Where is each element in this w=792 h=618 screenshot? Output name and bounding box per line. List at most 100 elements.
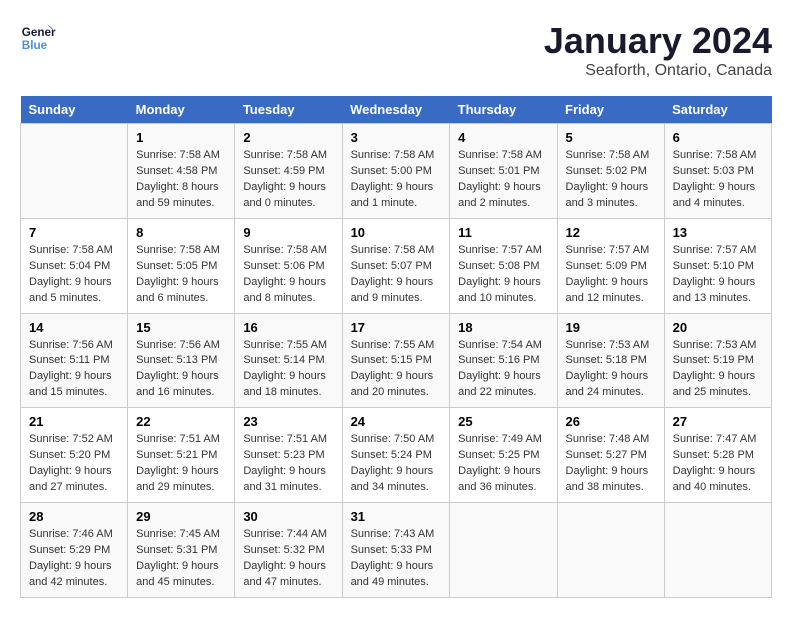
day-info: Sunrise: 7:49 AM Sunset: 5:25 PM Dayligh…: [458, 432, 548, 496]
header-tuesday: Tuesday: [235, 96, 342, 124]
table-row: 19 Sunrise: 7:53 AM Sunset: 5:18 PM Dayli…: [557, 313, 664, 408]
table-row: 16 Sunrise: 7:55 AM Sunset: 5:14 PM Dayli…: [235, 313, 342, 408]
day-info: Sunrise: 7:56 AM Sunset: 5:11 PM Dayligh…: [29, 338, 119, 402]
day-info: Sunrise: 7:46 AM Sunset: 5:29 PM Dayligh…: [29, 527, 119, 591]
day-number: 24: [351, 414, 442, 429]
day-info: Sunrise: 7:53 AM Sunset: 5:19 PM Dayligh…: [673, 338, 763, 402]
svg-text:Blue: Blue: [22, 39, 48, 52]
day-number: 17: [351, 320, 442, 335]
day-number: 16: [243, 320, 333, 335]
table-row: 27Sunrise: 7:47 AM Sunset: 5:28 PM Dayli…: [664, 408, 771, 503]
day-number: 1: [136, 130, 226, 145]
header-monday: Monday: [128, 96, 235, 124]
day-number: 26: [566, 414, 656, 429]
table-row: 30 Sunrise: 7:44 AM Sunset: 5:32 PM Dayli…: [235, 503, 342, 598]
day-number: 21: [29, 414, 119, 429]
day-number: 18: [458, 320, 548, 335]
calendar-subtitle: Seaforth, Ontario, Canada: [544, 62, 772, 80]
table-row: 21 Sunrise: 7:52 AM Sunset: 5:20 PM Dayli…: [21, 408, 128, 503]
calendar-row: 14 Sunrise: 7:56 AM Sunset: 5:11 PM Dayli…: [21, 313, 772, 408]
day-info: Sunrise: 7:58 AM Sunset: 4:59 PM Dayligh…: [243, 148, 333, 212]
day-number: 30: [243, 509, 333, 524]
day-info: Sunrise: 7:45 AM Sunset: 5:31 PM Dayligh…: [136, 527, 226, 591]
day-number: 8: [136, 225, 226, 240]
day-info: Sunrise: 7:56 AM Sunset: 5:13 PM Dayligh…: [136, 338, 226, 402]
day-number: 25: [458, 414, 548, 429]
day-info: Sunrise: 7:58 AM Sunset: 4:58 PM Dayligh…: [136, 148, 226, 212]
day-number: 20: [673, 320, 763, 335]
table-row: 10 Sunrise: 7:58 AM Sunset: 5:07 PM Dayli…: [342, 218, 450, 313]
table-row: 13 Sunrise: 7:57 AM Sunset: 5:10 PM Dayli…: [664, 218, 771, 313]
table-row: 6Sunrise: 7:58 AM Sunset: 5:03 PM Daylig…: [664, 124, 771, 219]
day-info: Sunrise: 7:54 AM Sunset: 5:16 PM Dayligh…: [458, 338, 548, 402]
day-info: Sunrise: 7:55 AM Sunset: 5:15 PM Dayligh…: [351, 338, 442, 402]
calendar-row: 28 Sunrise: 7:46 AM Sunset: 5:29 PM Dayli…: [21, 503, 772, 598]
day-info: Sunrise: 7:58 AM Sunset: 5:03 PM Dayligh…: [673, 148, 763, 212]
page-header: General Blue January 2024 Seaforth, Onta…: [20, 20, 772, 80]
table-row: 5Sunrise: 7:58 AM Sunset: 5:02 PM Daylig…: [557, 124, 664, 219]
day-info: Sunrise: 7:48 AM Sunset: 5:27 PM Dayligh…: [566, 432, 656, 496]
table-row: 24 Sunrise: 7:50 AM Sunset: 5:24 PM Dayli…: [342, 408, 450, 503]
calendar-row: 1 Sunrise: 7:58 AM Sunset: 4:58 PM Daylig…: [21, 124, 772, 219]
header-thursday: Thursday: [450, 96, 557, 124]
day-info: Sunrise: 7:51 AM Sunset: 5:23 PM Dayligh…: [243, 432, 333, 496]
day-info: Sunrise: 7:58 AM Sunset: 5:07 PM Dayligh…: [351, 243, 442, 307]
table-row: 7Sunrise: 7:58 AM Sunset: 5:04 PM Daylig…: [21, 218, 128, 313]
day-number: 27: [673, 414, 763, 429]
table-row: 12Sunrise: 7:57 AM Sunset: 5:09 PM Dayli…: [557, 218, 664, 313]
day-info: Sunrise: 7:55 AM Sunset: 5:14 PM Dayligh…: [243, 338, 333, 402]
day-number: 10: [351, 225, 442, 240]
day-number: 4: [458, 130, 548, 145]
day-info: Sunrise: 7:43 AM Sunset: 5:33 PM Dayligh…: [351, 527, 442, 591]
calendar-table: Sunday Monday Tuesday Wednesday Thursday…: [20, 96, 772, 598]
day-number: 11: [458, 225, 548, 240]
day-info: Sunrise: 7:57 AM Sunset: 5:10 PM Dayligh…: [673, 243, 763, 307]
day-info: Sunrise: 7:58 AM Sunset: 5:00 PM Dayligh…: [351, 148, 442, 212]
table-row: 14 Sunrise: 7:56 AM Sunset: 5:11 PM Dayli…: [21, 313, 128, 408]
day-number: 22: [136, 414, 226, 429]
table-row: [21, 124, 128, 219]
header-sunday: Sunday: [21, 96, 128, 124]
table-row: 11 Sunrise: 7:57 AM Sunset: 5:08 PM Dayli…: [450, 218, 557, 313]
table-row: 4 Sunrise: 7:58 AM Sunset: 5:01 PM Daylig…: [450, 124, 557, 219]
title-section: January 2024 Seaforth, Ontario, Canada: [544, 20, 772, 80]
day-info: Sunrise: 7:58 AM Sunset: 5:01 PM Dayligh…: [458, 148, 548, 212]
table-row: [450, 503, 557, 598]
header-wednesday: Wednesday: [342, 96, 450, 124]
day-number: 31: [351, 509, 442, 524]
day-number: 5: [566, 130, 656, 145]
day-number: 23: [243, 414, 333, 429]
header-friday: Friday: [557, 96, 664, 124]
table-row: 25 Sunrise: 7:49 AM Sunset: 5:25 PM Dayli…: [450, 408, 557, 503]
calendar-row: 7Sunrise: 7:58 AM Sunset: 5:04 PM Daylig…: [21, 218, 772, 313]
header-saturday: Saturday: [664, 96, 771, 124]
day-number: 14: [29, 320, 119, 335]
table-row: 29Sunrise: 7:45 AM Sunset: 5:31 PM Dayli…: [128, 503, 235, 598]
table-row: 28 Sunrise: 7:46 AM Sunset: 5:29 PM Dayli…: [21, 503, 128, 598]
logo: General Blue: [20, 20, 56, 56]
day-info: Sunrise: 7:44 AM Sunset: 5:32 PM Dayligh…: [243, 527, 333, 591]
day-number: 13: [673, 225, 763, 240]
day-number: 12: [566, 225, 656, 240]
table-row: 3Sunrise: 7:58 AM Sunset: 5:00 PM Daylig…: [342, 124, 450, 219]
table-row: 20 Sunrise: 7:53 AM Sunset: 5:19 PM Dayli…: [664, 313, 771, 408]
table-row: [557, 503, 664, 598]
table-row: [664, 503, 771, 598]
calendar-title: January 2024: [544, 20, 772, 62]
table-row: 31 Sunrise: 7:43 AM Sunset: 5:33 PM Dayli…: [342, 503, 450, 598]
day-info: Sunrise: 7:52 AM Sunset: 5:20 PM Dayligh…: [29, 432, 119, 496]
calendar-header-row: Sunday Monday Tuesday Wednesday Thursday…: [21, 96, 772, 124]
table-row: 26 Sunrise: 7:48 AM Sunset: 5:27 PM Dayli…: [557, 408, 664, 503]
day-info: Sunrise: 7:53 AM Sunset: 5:18 PM Dayligh…: [566, 338, 656, 402]
table-row: 15Sunrise: 7:56 AM Sunset: 5:13 PM Dayli…: [128, 313, 235, 408]
day-number: 19: [566, 320, 656, 335]
day-info: Sunrise: 7:58 AM Sunset: 5:05 PM Dayligh…: [136, 243, 226, 307]
day-number: 28: [29, 509, 119, 524]
day-info: Sunrise: 7:57 AM Sunset: 5:08 PM Dayligh…: [458, 243, 548, 307]
table-row: 23 Sunrise: 7:51 AM Sunset: 5:23 PM Dayli…: [235, 408, 342, 503]
table-row: 22Sunrise: 7:51 AM Sunset: 5:21 PM Dayli…: [128, 408, 235, 503]
day-info: Sunrise: 7:50 AM Sunset: 5:24 PM Dayligh…: [351, 432, 442, 496]
table-row: 18 Sunrise: 7:54 AM Sunset: 5:16 PM Dayli…: [450, 313, 557, 408]
table-row: 17 Sunrise: 7:55 AM Sunset: 5:15 PM Dayli…: [342, 313, 450, 408]
day-number: 2: [243, 130, 333, 145]
